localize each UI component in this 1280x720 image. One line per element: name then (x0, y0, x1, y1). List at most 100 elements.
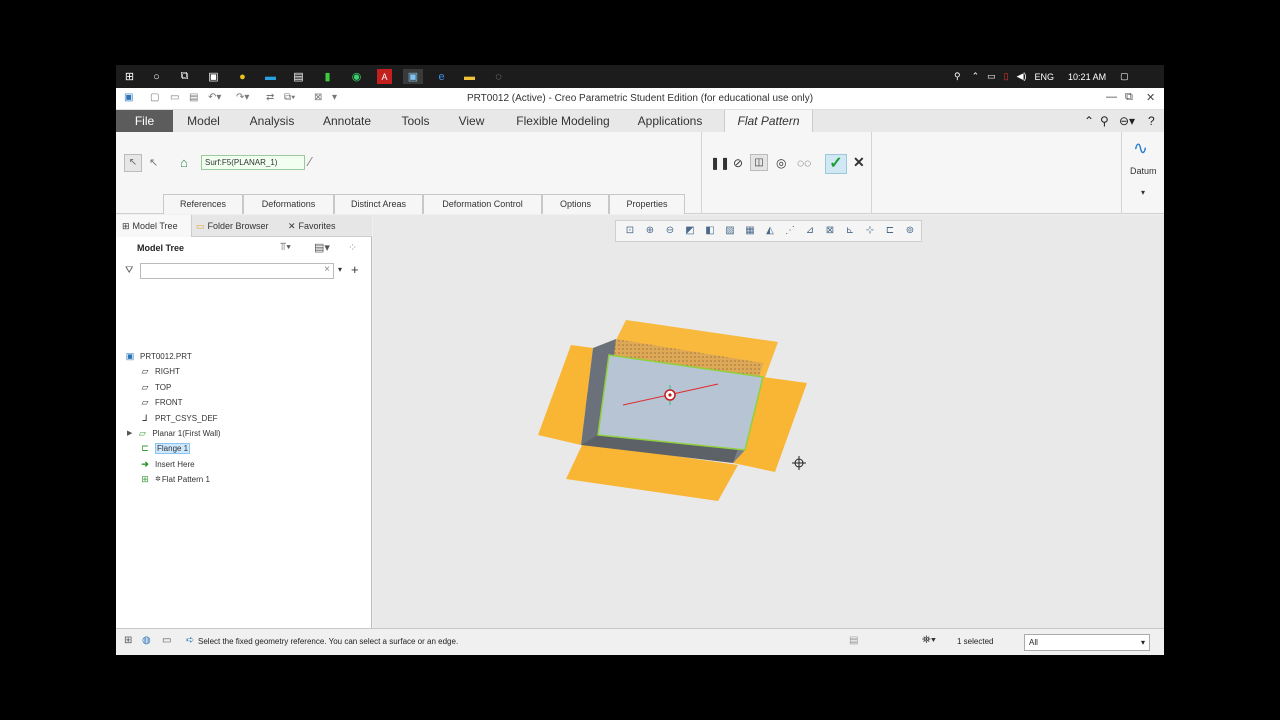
selected-count[interactable]: 1 selected (957, 637, 993, 646)
add-filter-icon[interactable]: + (351, 262, 359, 277)
tree-columns-icon[interactable]: ⁘ (348, 241, 357, 254)
search-help-icon[interactable]: ⚲ (1100, 114, 1109, 128)
store-icon[interactable]: ▣ (206, 69, 221, 84)
battery-icon[interactable]: ▯ (1004, 71, 1009, 82)
volume-icon[interactable]: ◀) (1017, 71, 1027, 82)
planar-wall-icon: ▱ (138, 427, 146, 438)
datum-icon[interactable]: ∿ (1133, 138, 1148, 159)
folder-icon[interactable]: ▬ (462, 69, 477, 84)
subtab-deformation-control[interactable]: Deformation Control (423, 194, 542, 214)
clock[interactable]: 10:21 AM (1068, 72, 1106, 82)
tree-item-flange[interactable]: ⊏ Flange 1 (139, 441, 191, 455)
graphics-window[interactable]: ⊡ ⊕ ⊖ ◩ ◧ ▨ ▦ ◭ ⋰ ⊿ ⊠ ⊾ ⊹ ⊏ ⊚ (373, 215, 1164, 628)
model-tree-panel: Model Tree ⫪▾ ▤▾ ⁘ ⛛ × ▾ + ▣ PRT0012.PRT … (116, 237, 372, 628)
tab-model-tree-label: Model Tree (132, 221, 178, 231)
tab-analysis[interactable]: Analysis (246, 110, 298, 132)
tab-folder-browser[interactable]: ▭ Folder Browser (196, 215, 282, 237)
cancel-icon[interactable]: ✕ (853, 154, 865, 171)
navigator-tabs: ⊞ Model Tree ▭ Folder Browser ✕ Favorites (116, 215, 372, 237)
minimize-icon[interactable]: — (1106, 91, 1117, 103)
chevron-up-icon[interactable]: ⌃ (972, 71, 980, 82)
community-icon[interactable]: ⊖▾ (1119, 114, 1135, 128)
subtab-distinct-areas[interactable]: Distinct Areas (334, 194, 423, 214)
datum-label[interactable]: Datum (1130, 166, 1157, 176)
tree-item-label: Flange 1 (155, 442, 191, 454)
tree-item-csys[interactable]: ⅃ PRT_CSYS_DEF (139, 411, 218, 425)
task-view-icon[interactable]: ⧉ (177, 69, 192, 84)
film-icon[interactable]: ▤ (291, 69, 306, 84)
regeneration-status-icon[interactable]: ▤ (849, 635, 858, 646)
mail-icon[interactable]: ▬ (263, 69, 278, 84)
tree-item-label: Flat Pattern 1 (161, 474, 210, 484)
fixed-reference-field[interactable]: Surf:F5(PLANAR_1) (201, 155, 305, 170)
tab-flexible-modeling[interactable]: Flexible Modeling (509, 110, 617, 132)
surface-ref-icon: ⌂ (180, 155, 188, 170)
full-screen-icon[interactable]: ▭ (162, 635, 171, 646)
tab-annotate[interactable]: Annotate (318, 110, 376, 132)
tree-item-front[interactable]: ▱ FRONT (139, 395, 183, 409)
tree-item-right[interactable]: ▱ RIGHT (139, 364, 180, 378)
subtab-properties[interactable]: Properties (609, 194, 685, 214)
message-arrow-icon: ➪ (186, 635, 195, 646)
windows-start-icon[interactable]: ⊞ (122, 69, 137, 84)
people-icon[interactable]: ⚲ (954, 71, 961, 82)
chrome-icon[interactable]: ● (235, 69, 250, 84)
datum-dropdown-icon[interactable]: ▾ (1141, 188, 1145, 197)
subtab-deformations[interactable]: Deformations (243, 194, 334, 214)
subtab-references[interactable]: References (163, 194, 243, 214)
navigator-toggle-icon[interactable]: ⊞ (124, 635, 132, 646)
tab-favorites[interactable]: ✕ Favorites (288, 215, 358, 237)
tree-item-top[interactable]: ▱ TOP (139, 380, 172, 394)
tab-model-tree[interactable]: ⊞ Model Tree (116, 215, 192, 237)
tab-tools[interactable]: Tools (396, 110, 435, 132)
tree-item-insert-here[interactable]: ➜ Insert Here (139, 457, 195, 471)
app-green-icon[interactable]: ▮ (320, 69, 335, 84)
tab-file[interactable]: File (116, 110, 173, 132)
minimize-ribbon-icon[interactable]: ⌃ (1084, 114, 1094, 128)
new-feature-star-icon: ✲ (155, 476, 161, 483)
creo-icon[interactable]: ▣ (403, 69, 423, 84)
fixed-geometry-mode-icon[interactable]: ↖ (124, 154, 142, 172)
ok-button[interactable]: ✓ (825, 154, 847, 174)
notifications-icon[interactable]: ▢ (1120, 71, 1129, 82)
selection-filter-select[interactable]: All ▾ (1024, 634, 1150, 651)
clear-search-icon[interactable]: × (324, 264, 330, 275)
tree-item-label: PRT_CSYS_DEF (155, 413, 218, 423)
tree-item-flat-pattern[interactable]: ⊞ ✲ Flat Pattern 1 (139, 472, 210, 486)
no-preview-icon[interactable]: ⊘ (733, 156, 743, 170)
static-preview-icon[interactable]: ◫ (750, 154, 768, 171)
clock-app-icon[interactable]: ◌ (491, 69, 506, 84)
search-icon[interactable]: ○ (149, 69, 164, 84)
tree-settings-icon[interactable]: ⫪▾ (280, 241, 291, 254)
tree-search-input[interactable]: × (140, 263, 334, 279)
show-icon[interactable]: ▤▾ (314, 241, 330, 254)
tree-item-label: Insert Here (155, 459, 195, 469)
dynamic-preview-icon[interactable]: ◎ (776, 156, 786, 170)
tab-model[interactable]: Model (180, 110, 227, 132)
tab-flat-pattern[interactable]: Flat Pattern (724, 110, 813, 132)
acrobat-icon[interactable]: A (377, 69, 392, 84)
filter-dropdown-icon[interactable]: ▾ (338, 265, 342, 274)
tab-applications[interactable]: Applications (631, 110, 709, 132)
auto-select-icon[interactable]: ⁄ (309, 154, 311, 169)
whatsapp-icon[interactable]: ◉ (349, 69, 364, 84)
tree-item-planar[interactable]: ▶ ▱ Planar 1(First Wall) (127, 426, 221, 440)
help-icon[interactable]: ? (1148, 114, 1155, 128)
browser-toggle-icon[interactable]: ◍ (142, 635, 151, 646)
edge-icon[interactable]: e (434, 69, 449, 84)
language-indicator[interactable]: ENG (1035, 72, 1055, 82)
tray-icons: ⚲ ⌃ ▭ ▯ ◀) ENG 10:21 AM ▢ (954, 65, 1129, 88)
network-icon[interactable]: ▭ (987, 71, 996, 82)
restore-icon[interactable]: ⧉ (1125, 91, 1133, 104)
tree-item-part[interactable]: ▣ PRT0012.PRT (124, 349, 192, 363)
close-icon[interactable]: ✕ (1146, 91, 1155, 104)
ribbon-separator (701, 132, 702, 214)
subtab-options[interactable]: Options (542, 194, 609, 214)
verify-icon[interactable]: ◌◌ (797, 156, 811, 170)
expand-arrow-icon[interactable]: ▶ (127, 429, 132, 437)
favorites-tab-icon: ✕ (288, 221, 296, 231)
find-icon[interactable]: ⛯▾ (922, 634, 936, 647)
pause-icon[interactable]: ❚❚ (710, 156, 730, 170)
select-icon[interactable]: ↖ (149, 156, 158, 169)
tab-view[interactable]: View (454, 110, 489, 132)
